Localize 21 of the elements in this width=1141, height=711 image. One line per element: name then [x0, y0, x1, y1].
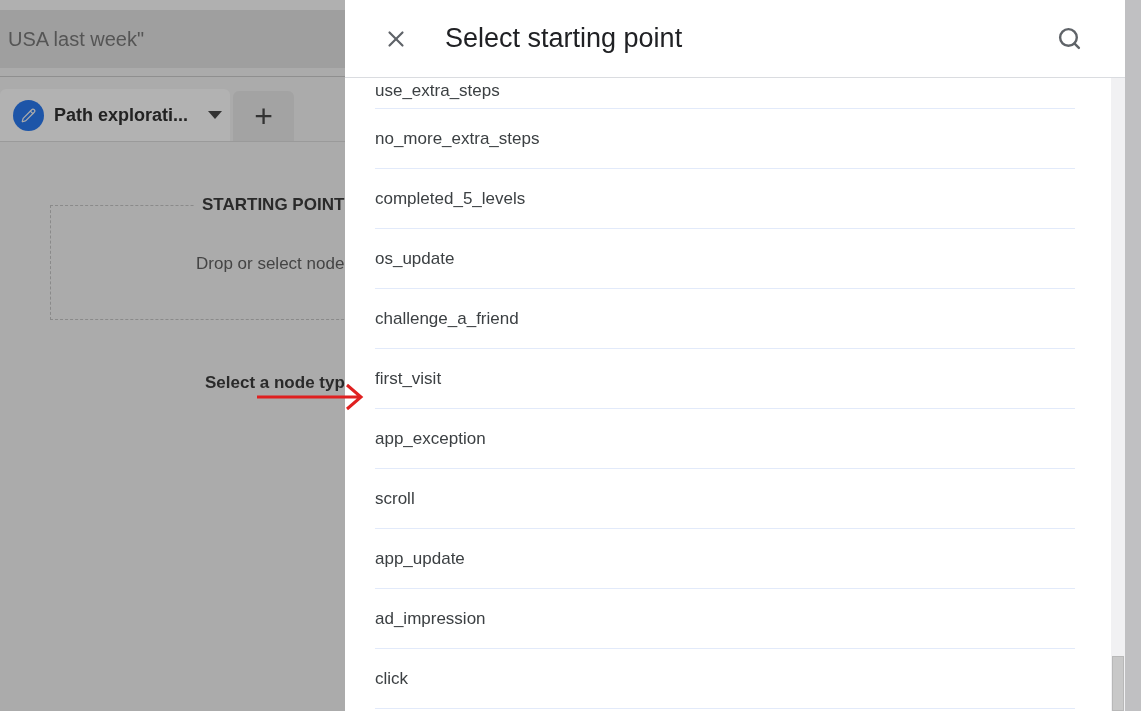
panel-title: Select starting point — [445, 22, 683, 56]
drop-hint: Drop or select node — [196, 254, 345, 273]
event-item[interactable]: completed_5_levels — [375, 169, 1075, 229]
event-item[interactable]: first_visit — [375, 349, 1075, 409]
tab[interactable]: Path explorati... — [0, 89, 230, 141]
add-tab-button[interactable]: + — [233, 91, 294, 141]
caret-icon — [208, 111, 223, 119]
event-item[interactable]: ad_impression — [375, 589, 1075, 649]
event-item[interactable]: no_more_extra_steps — [375, 109, 1075, 169]
scrollbar[interactable] — [1111, 78, 1125, 711]
pencil-icon — [13, 99, 44, 131]
event-item[interactable]: scroll — [375, 469, 1075, 529]
event-item[interactable]: challenge_a_friend — [375, 289, 1075, 349]
page-scrollbar[interactable] — [1125, 0, 1141, 711]
event-item[interactable]: os_update — [375, 229, 1075, 289]
event-item[interactable]: use_extra_steps — [375, 78, 1075, 109]
event-item[interactable]: app_exception — [375, 409, 1075, 469]
tab-label: Path explorati... — [54, 103, 189, 127]
node-type-label: Select a node typ — [205, 373, 345, 392]
event-item[interactable]: click — [375, 649, 1075, 709]
event-item[interactable]: app_update — [375, 529, 1075, 589]
